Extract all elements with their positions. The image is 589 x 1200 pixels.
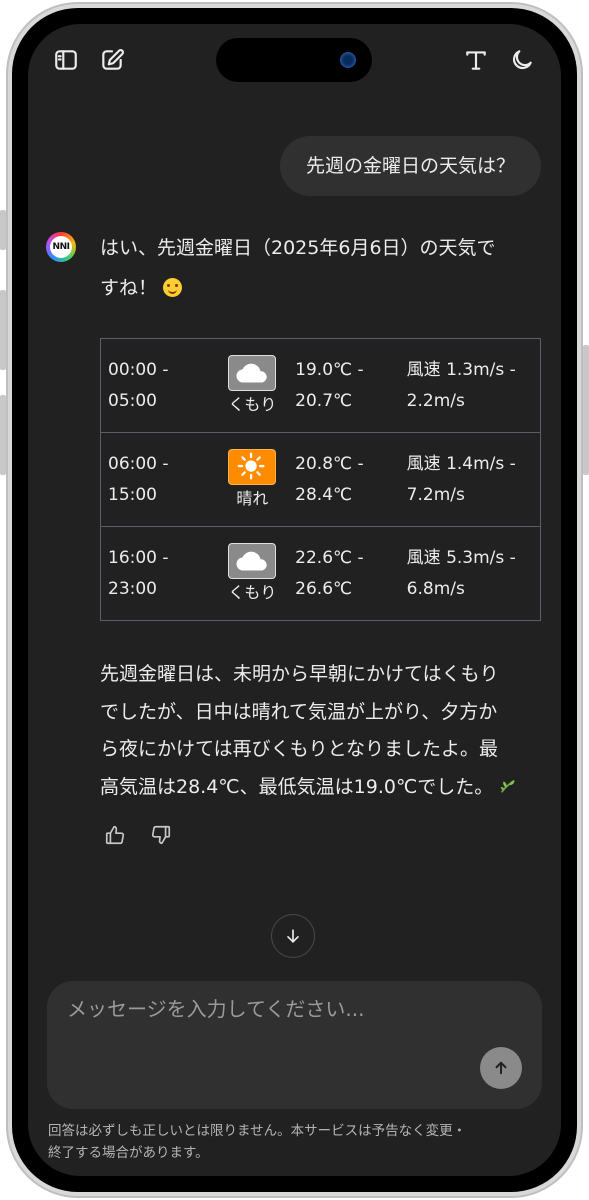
text-format-icon[interactable] [462,46,490,74]
side-button-volume-down [0,395,6,475]
arrow-down-icon [287,929,299,943]
table-row: 06:00 - 15:00 晴れ 20.8℃ - 28.4℃ 風速 1.4m/s… [99,432,541,527]
bot-avatar: NNI [46,232,76,262]
condition-label: 晴れ [236,488,269,508]
wind-cell: 風速 1.3m/s - 2.2m/s [406,338,541,433]
condition-label: くもり [228,394,277,414]
wind-line: 7.2m/s [406,484,465,505]
condition-cell: くもり [209,526,296,621]
side-button-action [0,210,6,250]
temp-min: 20.8℃ - [295,453,364,474]
user-message-bubble: 先週の金曜日の天気は？ [279,136,541,196]
wind-cell: 風速 1.4m/s - 7.2m/s [406,432,541,527]
summary-line: 高気温は28.4℃、最低気温は19.0℃でした。 [100,775,494,798]
table-row: 16:00 - 23:00 くもり 22.6℃ - 26.6℃ 風速 5.3m/… [99,526,541,621]
bot-summary-message: 先週金曜日は、未明から早朝にかけてはくもり でしたが、日中は晴れて気温が上がり、… [100,656,544,806]
side-button-power [583,345,589,475]
time-end: 15:00 [108,484,157,505]
send-button[interactable] [480,1047,522,1089]
summary-line: でしたが、日中は晴れて気温が上がり、夕方か [100,700,498,723]
herb-emoji-icon [501,779,516,793]
bot-avatar-logo: NNI [50,236,72,258]
table-row: 00:00 - 05:00 くもり 19.0℃ - 20.7℃ 風速 1.3m/… [99,338,541,433]
new-chat-icon[interactable] [98,46,126,74]
condition-label: くもり [228,582,277,602]
message-input[interactable] [67,997,507,1021]
bot-intro-line: すね！ [100,277,158,299]
temp-min: 22.6℃ - [295,547,364,568]
wind-line: 2.2m/s [406,390,465,411]
dynamic-island [216,38,372,82]
temperature-cell: 20.8℃ - 28.4℃ [295,432,407,527]
thumbs-up-icon[interactable] [104,824,128,848]
wind-line: 風速 1.3m/s - [406,359,516,380]
thumbs-down-icon[interactable] [150,824,174,848]
disclaimer-line: 回答は必ずしも正しいとは限りません。本サービスは予告なく変更・ [48,1123,467,1139]
temp-max: 28.4℃ [295,484,353,505]
moon-icon[interactable] [508,46,536,74]
time-start: 00:00 - [108,359,169,380]
bot-intro-line: はい、先週金曜日（2025年6月6日）の天気で [100,237,496,259]
disclaimer-text: 回答は必ずしも正しいとは限りません。本サービスは予告なく変更・ 終了する場合があ… [48,1120,543,1164]
wind-line: 風速 1.4m/s - [406,453,516,474]
arrow-up-icon [495,1061,507,1075]
disclaimer-line: 終了する場合があります。 [48,1145,209,1161]
condition-cell: くもり [209,338,296,433]
time-start: 06:00 - [108,453,169,474]
scroll-to-bottom-button[interactable] [271,914,315,958]
condition-cell: 晴れ [209,432,296,527]
temp-min: 19.0℃ - [295,359,364,380]
temperature-cell: 22.6℃ - 26.6℃ [295,526,407,621]
time-end: 23:00 [108,578,157,599]
weather-table: 00:00 - 05:00 くもり 19.0℃ - 20.7℃ 風速 1.3m/… [99,338,541,621]
sidebar-icon[interactable] [52,46,80,74]
wind-line: 6.8m/s [406,578,465,599]
message-composer [47,981,542,1109]
temperature-cell: 19.0℃ - 20.7℃ [295,338,407,433]
sun-icon [228,448,277,485]
temp-max: 26.6℃ [295,578,353,599]
time-cell: 00:00 - 05:00 [99,338,210,433]
temp-max: 20.7℃ [295,390,353,411]
cloud-icon [228,354,277,391]
cloud-icon [228,542,277,579]
wind-cell: 風速 5.3m/s - 6.8m/s [406,526,541,621]
side-button-volume-up [0,290,6,370]
summary-line: ら夜にかけては再びくもりとなりましたよ。最 [100,738,499,760]
bot-intro-message: はい、先週金曜日（2025年6月6日）の天気で すね！ [100,228,540,308]
time-cell: 16:00 - 23:00 [99,526,210,621]
app-screen: 先週の金曜日の天気は？ NNI はい、先週金曜日（2025年6月6日）の天気で … [28,24,561,1176]
camera-icon [340,52,356,68]
time-cell: 06:00 - 15:00 [99,432,210,527]
time-start: 16:00 - [108,547,169,568]
wind-line: 風速 5.3m/s - [406,547,516,568]
smile-emoji-icon [163,278,183,297]
summary-line: 先週金曜日は、未明から早朝にかけてはくもり [100,663,499,685]
time-end: 05:00 [108,390,157,411]
